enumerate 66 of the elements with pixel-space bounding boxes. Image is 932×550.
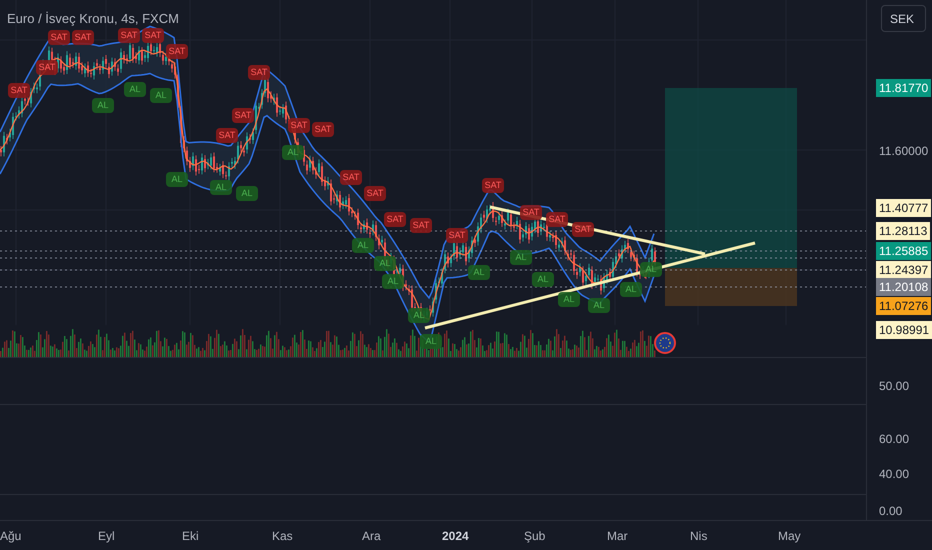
- time-axis-label: May: [778, 528, 801, 545]
- sell-signal-label: SAT: [410, 218, 432, 233]
- buy-signal-label: AL: [620, 282, 642, 297]
- sell-signal-label: SAT: [142, 28, 164, 43]
- time-axis-label: Ağu: [0, 528, 22, 545]
- price-tag: 10.98991: [876, 321, 932, 339]
- time-axis-label: Nis: [690, 528, 708, 545]
- buy-signal-label: AL: [210, 180, 232, 195]
- buy-signal-label: AL: [282, 145, 304, 160]
- buy-signal-label: AL: [352, 238, 374, 253]
- buy-signal-label: AL: [236, 186, 258, 201]
- buy-signal-label: AL: [166, 172, 188, 187]
- scale-tick-label: 40.00: [879, 466, 910, 483]
- price-tag: 11.81770: [876, 79, 932, 97]
- time-axis-label: Eyl: [98, 528, 115, 545]
- sell-signal-label: SAT: [520, 205, 542, 220]
- time-axis-label: 2024: [442, 528, 469, 545]
- sell-signal-label: SAT: [340, 170, 362, 185]
- chart-title: Euro / İsveç Kronu, 4s, FXCM: [7, 10, 179, 28]
- sell-signal-label: SAT: [312, 122, 334, 137]
- time-axis-label: Ara: [362, 528, 381, 545]
- sell-signal-label: SAT: [482, 178, 504, 193]
- price-tick-label: 11.60000: [879, 143, 928, 160]
- sell-signal-label: SAT: [384, 212, 406, 227]
- price-tag: 11.40777: [876, 199, 932, 217]
- time-axis-label: Kas: [272, 528, 293, 545]
- buy-signal-label: AL: [510, 250, 532, 265]
- price-tag: 11.25885: [876, 242, 932, 260]
- buy-signal-label: AL: [92, 98, 114, 113]
- buy-signal-label: AL: [468, 265, 490, 280]
- buy-signal-label: AL: [532, 272, 554, 287]
- sell-signal-label: SAT: [36, 60, 58, 75]
- buy-signal-label: AL: [558, 292, 580, 307]
- price-tag: 11.20108: [876, 278, 932, 296]
- sell-signal-label: SAT: [118, 28, 140, 43]
- buy-signal-label: AL: [408, 308, 430, 323]
- buy-signal-label: AL: [124, 82, 146, 97]
- sell-signal-label: SAT: [48, 30, 70, 45]
- sell-signal-label: SAT: [216, 128, 238, 143]
- currency-button[interactable]: SEK: [881, 5, 926, 32]
- buy-signal-label: AL: [420, 334, 442, 349]
- sell-signal-label: SAT: [232, 108, 254, 123]
- price-tag: 11.24397: [876, 261, 932, 279]
- buy-signal-label: AL: [374, 256, 396, 271]
- time-axis-label: Şub: [524, 528, 546, 545]
- price-tag: 11.07276: [876, 297, 932, 315]
- time-axis-label: Mar: [607, 528, 628, 545]
- sell-signal-label: SAT: [288, 118, 310, 133]
- sell-signal-label: SAT: [446, 228, 468, 243]
- sell-signal-label: SAT: [166, 44, 188, 59]
- sell-signal-label: SAT: [364, 186, 386, 201]
- price-tag: 11.28113: [876, 222, 930, 240]
- scale-tick-label: 60.00: [879, 431, 910, 448]
- sell-signal-label: SAT: [8, 83, 30, 98]
- flag-icon: [654, 332, 676, 354]
- buy-signal-label: AL: [640, 262, 662, 277]
- buy-signal-label: AL: [588, 298, 610, 313]
- buy-signal-label: AL: [382, 274, 404, 289]
- time-axis-label: Eki: [182, 528, 199, 545]
- sell-signal-label: SAT: [72, 30, 94, 45]
- sell-signal-label: SAT: [546, 212, 568, 227]
- sell-signal-label: SAT: [572, 222, 594, 237]
- sell-signal-label: SAT: [248, 65, 270, 80]
- buy-signal-label: AL: [150, 88, 172, 103]
- scale-tick-label: 50.00: [879, 378, 910, 395]
- scale-tick-label: 0.00: [879, 503, 902, 520]
